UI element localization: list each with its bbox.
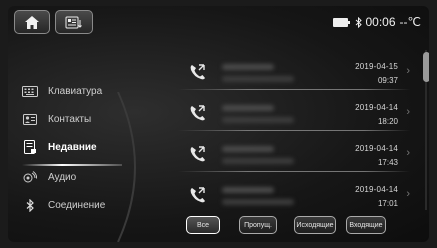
incoming-call-icon: [190, 187, 205, 203]
call-row[interactable]: 2019-04-14 17:01 ›: [178, 175, 410, 213]
caller-number-blurred: [222, 199, 294, 205]
sidebar: Клавиатура Контакты Недавние Аудио Соеди…: [20, 72, 150, 242]
status-bar: 00:06 --℃: [332, 15, 421, 29]
caller-name-blurred: [222, 146, 274, 152]
sidebar-item-label: Аудио: [48, 171, 77, 183]
bluetooth-status-icon: [355, 16, 362, 28]
keypad-icon: [20, 84, 40, 98]
home-icon: [25, 15, 39, 29]
phone-screen: 00:06 --℃ Клавиатура Контакты Недавние А…: [8, 6, 429, 242]
sidebar-item-connection[interactable]: Соединение: [20, 192, 140, 218]
battery-icon: [332, 17, 350, 27]
caller-number-blurred: [222, 158, 294, 164]
bluetooth-icon: [20, 198, 40, 212]
sidebar-item-contacts[interactable]: Контакты: [20, 106, 140, 132]
incoming-call-icon: [190, 105, 205, 121]
scrollbar-thumb[interactable]: [423, 52, 429, 82]
chevron-right-icon: ›: [406, 106, 410, 118]
recent-calls-list: 2019-04-15 09:37 › 2019-04-14 18:20 › 20…: [178, 52, 410, 212]
row-divider: [178, 89, 410, 90]
call-row[interactable]: 2019-04-14 18:20 ›: [178, 93, 410, 131]
call-time: 09:37: [377, 76, 398, 85]
caller-name-blurred: [222, 64, 274, 70]
call-date: 2019-04-14: [355, 103, 398, 112]
tab-missed[interactable]: Пропущ.: [239, 216, 277, 234]
tab-incoming[interactable]: Входящие: [346, 216, 386, 234]
chevron-right-icon: ›: [406, 147, 410, 159]
temperature: --℃: [399, 15, 421, 29]
call-date: 2019-04-15: [355, 62, 398, 71]
home-button[interactable]: [14, 10, 50, 34]
incoming-call-icon: [190, 64, 205, 80]
clock: 00:06: [365, 15, 396, 29]
call-time: 17:01: [377, 199, 398, 208]
contacts-icon: [20, 112, 40, 126]
call-date: 2019-04-14: [355, 144, 398, 153]
sidebar-item-label: Недавние: [48, 141, 97, 153]
recent-apps-button[interactable]: [55, 10, 93, 34]
caller-name-blurred: [222, 105, 274, 111]
sidebar-item-label: Контакты: [48, 113, 92, 125]
sidebar-item-keypad[interactable]: Клавиатура: [20, 78, 140, 104]
sidebar-item-label: Соединение: [48, 199, 106, 211]
call-time: 17:43: [377, 158, 398, 167]
recent-calls-icon: [20, 140, 40, 154]
incoming-call-icon: [190, 146, 205, 162]
audio-icon: [20, 170, 40, 184]
chevron-right-icon: ›: [406, 188, 410, 200]
sidebar-item-audio[interactable]: Аудио: [20, 164, 140, 190]
call-row[interactable]: 2019-04-14 17:43 ›: [178, 134, 410, 172]
chevron-right-icon: ›: [406, 65, 410, 77]
sidebar-item-label: Клавиатура: [48, 85, 103, 97]
tab-all[interactable]: Все: [186, 216, 220, 234]
call-date: 2019-04-14: [355, 185, 398, 194]
call-row[interactable]: 2019-04-15 09:37 ›: [178, 52, 410, 90]
sidebar-item-recent[interactable]: Недавние: [20, 134, 140, 160]
row-divider: [178, 171, 410, 172]
call-time: 18:20: [377, 117, 398, 126]
caller-name-blurred: [222, 187, 274, 193]
caller-number-blurred: [222, 76, 294, 82]
row-divider: [178, 130, 410, 131]
caller-number-blurred: [222, 117, 294, 123]
tab-outgoing[interactable]: Исходящие: [294, 216, 336, 234]
phone-book-icon: [65, 16, 82, 28]
